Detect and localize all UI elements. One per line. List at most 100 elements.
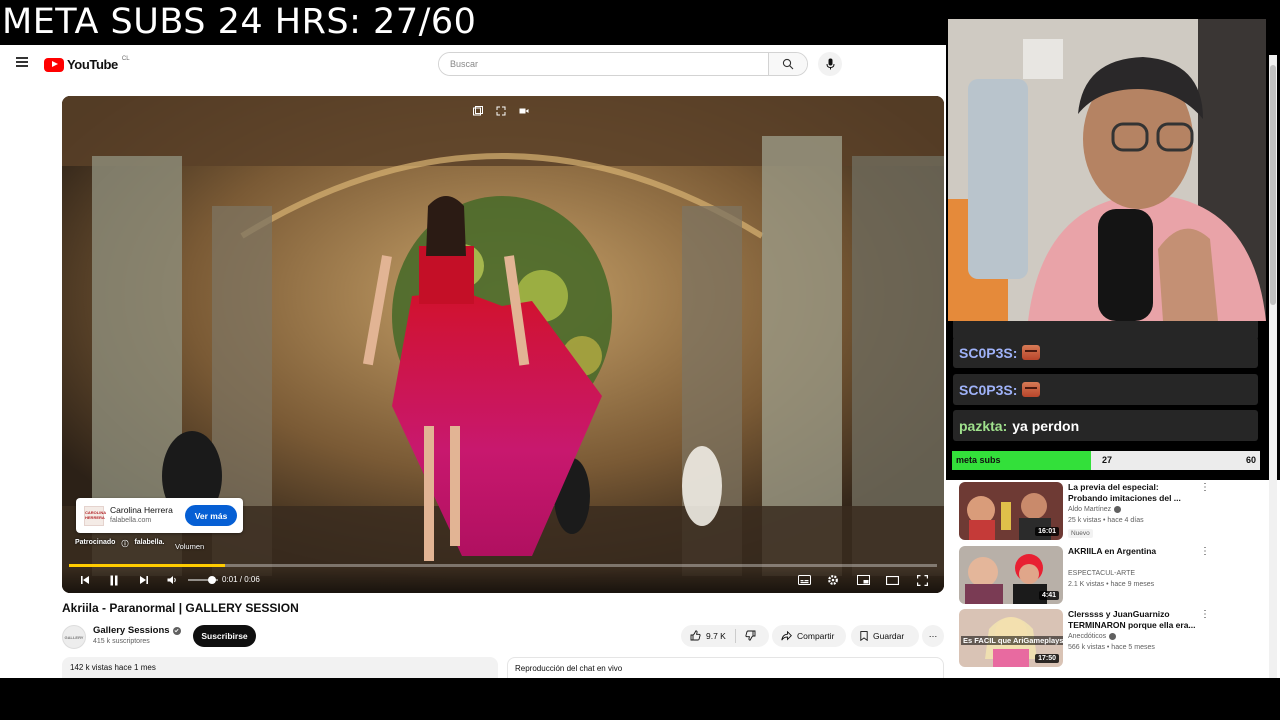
subtitles-button[interactable] xyxy=(795,571,813,589)
emote-icon xyxy=(1022,345,1041,360)
subtitles-icon xyxy=(797,575,811,585)
settings-button[interactable] xyxy=(824,571,842,589)
video-player[interactable]: CAROLINA HERRERA Carolina Herrera falabe… xyxy=(62,96,944,593)
info-icon[interactable]: ⓘ xyxy=(121,539,128,549)
recommendation-thumbnail[interactable]: 16:01 xyxy=(959,482,1063,540)
recommendation-item[interactable]: 4:41 AKRIILA en Argentina ESPECTACUL-ART… xyxy=(959,546,1259,608)
recommendation-meta: 25 k vistas • hace 4 días xyxy=(1068,517,1144,524)
save-button[interactable]: Guardar xyxy=(851,625,919,647)
volume-knob[interactable] xyxy=(207,576,216,584)
chat-text: ya perdon xyxy=(1012,417,1080,434)
skip-next-icon xyxy=(140,576,148,584)
menu-icon[interactable] xyxy=(16,57,28,67)
video-title: Akriila - Paranormal | GALLERY SESSION xyxy=(62,601,299,615)
recommendation-meta: 2.1 K vistas • hace 9 meses xyxy=(1068,581,1155,588)
recommendation-title[interactable]: Clerssss y JuanGuarnizo TERMINARON porqu… xyxy=(1068,609,1198,631)
goal-max: 60 xyxy=(1245,455,1256,465)
ad-card[interactable]: CAROLINA HERRERA Carolina Herrera falabe… xyxy=(76,498,243,533)
voice-search-button[interactable] xyxy=(818,52,842,76)
miniplayer-icon[interactable] xyxy=(472,105,484,117)
chat-replay-box[interactable]: Reproducción del chat en vivo xyxy=(507,657,944,678)
next-button[interactable] xyxy=(135,571,153,589)
recommendation-title[interactable]: La previa del especial: Probando imitaci… xyxy=(1068,482,1198,504)
ad-sponsor[interactable]: falabella. xyxy=(134,539,164,549)
recommendation-channel-name: Aldo Martínez xyxy=(1068,506,1112,513)
description-box[interactable]: 142 k vistas hace 1 mes xyxy=(62,657,498,678)
gear-icon xyxy=(828,575,838,585)
microphone-icon xyxy=(826,58,834,70)
progress-bar[interactable] xyxy=(69,564,937,567)
thumbnail-caption: Es FACIL que AriGameplays xyxy=(961,636,1063,645)
skip-previous-icon xyxy=(81,576,89,584)
recommendation-item[interactable]: 16:01 La previa del especial: Probando i… xyxy=(959,482,1259,544)
youtube-page: YouTube CL Buscar CAROLINA HERRERA Carol… xyxy=(0,45,946,678)
recommendation-channel-name: ESPECTACUL-ARTE xyxy=(1068,570,1136,577)
camera-icon[interactable] xyxy=(518,105,530,117)
volume-tooltip: Volumen xyxy=(175,542,205,551)
ad-cta-button[interactable]: Ver más xyxy=(185,505,237,526)
more-vert-icon[interactable]: ⋮ xyxy=(1200,482,1210,493)
pause-button[interactable] xyxy=(105,571,123,589)
channel-avatar[interactable]: GALLERY xyxy=(62,625,86,649)
miniplayer-mode-icon xyxy=(856,575,870,585)
miniplayer-button[interactable] xyxy=(854,571,872,589)
sponsored-label: Patrocinado xyxy=(75,539,116,546)
ad-domain: falabella.com xyxy=(110,517,152,524)
volume-icon xyxy=(167,576,176,584)
subscribe-button[interactable]: Suscribirse xyxy=(193,625,256,647)
player-top-icons xyxy=(472,105,530,117)
subscriber-count: 415 k suscriptores xyxy=(93,638,150,645)
recommendation-thumbnail[interactable]: 4:41 xyxy=(959,546,1063,604)
theater-mode-icon xyxy=(885,575,899,585)
recommendation-channel: ESPECTACUL-ARTE xyxy=(1068,570,1135,577)
streamer-webcam xyxy=(948,19,1266,321)
more-vert-icon[interactable]: ⋮ xyxy=(1200,609,1210,620)
volume-slider[interactable] xyxy=(188,576,218,584)
mute-button[interactable] xyxy=(163,571,181,589)
bottom-strip xyxy=(0,678,1280,720)
recommendation-title[interactable]: AKRIILA en Argentina xyxy=(1068,546,1198,568)
expand-icon[interactable] xyxy=(495,105,507,117)
chat-replay-label: Reproducción del chat en vivo xyxy=(515,664,623,673)
masthead: YouTube CL xyxy=(0,45,946,83)
video-duration: 16:01 xyxy=(1035,527,1059,536)
goal-current: 27 xyxy=(1102,455,1113,465)
video-duration: 4:41 xyxy=(1038,591,1059,600)
page-scrollbar[interactable] xyxy=(1269,55,1277,678)
recommendation-channel-name: Anecdóticos xyxy=(1068,633,1107,640)
subscriber-goal-bar: meta subs 27 60 xyxy=(952,451,1260,470)
more-actions-button[interactable]: ⋯ xyxy=(922,625,944,647)
search-input[interactable] xyxy=(439,53,768,75)
like-count[interactable]: 9.7 K xyxy=(706,631,726,641)
fullscreen-button[interactable] xyxy=(913,571,931,589)
verified-icon xyxy=(172,626,181,635)
youtube-play-icon xyxy=(44,57,64,72)
share-button[interactable]: Compartir xyxy=(772,625,846,647)
search-box xyxy=(438,52,808,76)
recommendation-item[interactable]: Es FACIL que AriGameplays 17:50 Clerssss… xyxy=(959,609,1259,671)
theater-button[interactable] xyxy=(883,571,901,589)
new-badge: Nuevo xyxy=(1068,529,1093,538)
ad-meta: Patrocinado ⓘ falabella. xyxy=(75,539,164,549)
channel-name[interactable]: Gallery Sessions xyxy=(93,625,181,636)
channel-name-text[interactable]: Gallery Sessions xyxy=(93,625,170,636)
goal-label: meta subs xyxy=(956,455,1001,465)
previous-button[interactable] xyxy=(76,571,94,589)
search-icon xyxy=(782,58,794,70)
recommendation-channel: Anecdóticos xyxy=(1068,633,1117,640)
like-icon[interactable] xyxy=(690,629,701,643)
search-button[interactable] xyxy=(768,53,807,75)
more-vert-icon[interactable]: ⋮ xyxy=(1200,546,1210,557)
chat-message: SC0P3S: xyxy=(953,374,1258,405)
verified-icon xyxy=(1114,506,1122,513)
scrollbar-thumb[interactable] xyxy=(1270,65,1276,305)
logo-country: CL xyxy=(121,55,130,62)
video-duration: 17:50 xyxy=(1035,654,1059,663)
share-label: Compartir xyxy=(797,631,835,641)
like-dislike-group: 9.7 K xyxy=(681,625,769,647)
youtube-logo[interactable]: YouTube CL xyxy=(44,55,130,72)
chat-username: SC0P3S: xyxy=(959,344,1018,361)
player-controls: 0:01 / 0:06 xyxy=(62,568,944,593)
recommendation-thumbnail[interactable]: Es FACIL que AriGameplays 17:50 xyxy=(959,609,1063,667)
dislike-icon[interactable] xyxy=(745,630,756,643)
